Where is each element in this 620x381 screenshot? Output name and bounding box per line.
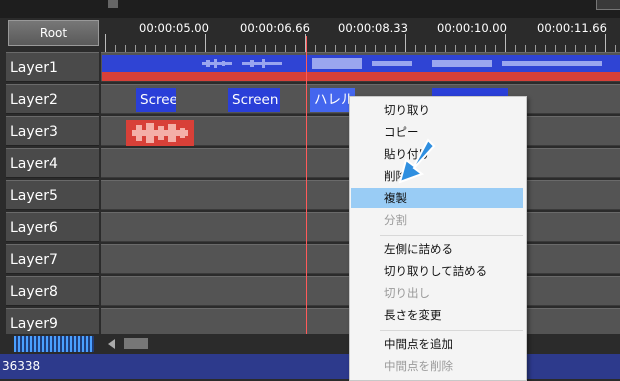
layer-label-1[interactable]: Layer1 — [6, 52, 99, 82]
ruler-tick — [605, 34, 606, 52]
ruler-tick — [245, 45, 246, 52]
ruler-tick — [535, 45, 536, 52]
ruler-tick — [115, 45, 116, 52]
top-strip — [0, 0, 620, 18]
ruler-tick — [365, 45, 366, 52]
scroll-left-icon[interactable] — [108, 339, 115, 349]
layer-label-7[interactable]: Layer7 — [6, 244, 99, 274]
ruler-tick — [265, 45, 266, 52]
waveform-icon — [132, 123, 188, 143]
layer-label-8[interactable]: Layer8 — [6, 276, 99, 306]
ruler-tick — [165, 45, 166, 52]
menu-item-change-length[interactable]: 長さを変更 — [351, 305, 523, 325]
ruler-tick — [335, 45, 336, 52]
layer-label-5[interactable]: Layer5 — [6, 180, 99, 210]
scroll-thumb[interactable] — [124, 338, 148, 349]
context-menu: 切り取り コピー 貼り付け 削除 複製 分割 左側に詰める 切り取りして詰める … — [349, 96, 527, 381]
clip-screen-1[interactable]: Scree — [136, 88, 176, 112]
layer-label-6[interactable]: Layer6 — [6, 212, 99, 242]
ruler-tick — [495, 45, 496, 52]
ruler-tick — [485, 45, 486, 52]
ruler-tick — [205, 34, 206, 52]
ruler-tick — [225, 45, 226, 52]
ruler-tick — [255, 45, 256, 52]
status-bar: 36338 — [0, 354, 620, 379]
ruler-tick — [465, 45, 466, 52]
menu-separator — [380, 235, 523, 236]
menu-item-split[interactable]: 分割 — [351, 210, 523, 230]
ruler-label: 00:00:06.66 — [240, 21, 310, 35]
ruler-tick — [275, 45, 276, 52]
pointer-arrow-icon — [398, 138, 436, 184]
ruler-tick — [595, 45, 596, 52]
ruler-tick — [325, 45, 326, 52]
audio-clip-layer3[interactable] — [126, 120, 194, 146]
menu-item-remove-midpoint[interactable]: 中間点を削除 — [351, 356, 523, 376]
ruler-tick — [285, 45, 286, 52]
ruler-tick — [235, 45, 236, 52]
ruler-tick — [415, 45, 416, 52]
ruler-tick — [585, 45, 586, 52]
ruler-tick — [185, 45, 186, 52]
horizontal-scrollbar[interactable] — [0, 334, 620, 354]
ruler-label: 00:00:11.66 — [537, 21, 607, 35]
menu-item-paste[interactable]: 貼り付け — [351, 144, 523, 164]
menu-item-duplicate[interactable]: 複製 — [351, 188, 523, 208]
menu-item-cut-and-pack[interactable]: 切り取りして詰める — [351, 261, 523, 281]
ruler-tick — [355, 45, 356, 52]
ruler-tick — [135, 45, 136, 52]
menu-item-copy[interactable]: コピー — [351, 122, 523, 142]
ruler-tick — [155, 45, 156, 52]
menu-item-cut[interactable]: 切り取り — [351, 100, 523, 120]
top-right-button[interactable] — [596, 0, 620, 10]
menu-item-trim[interactable]: 切り出し — [351, 283, 523, 303]
ruler-tick — [505, 34, 506, 52]
playhead[interactable] — [306, 36, 307, 336]
audio-clip-layer1[interactable] — [102, 55, 620, 81]
ruler-tick — [385, 45, 386, 52]
ruler-label: 00:00:08.33 — [338, 21, 408, 35]
ruler-tick — [405, 34, 406, 52]
ruler-tick — [425, 45, 426, 52]
root-button[interactable]: Root — [8, 20, 99, 46]
ruler-tick — [445, 45, 446, 52]
ruler-tick — [455, 45, 456, 52]
waveform-icon — [202, 58, 602, 69]
ruler-tick — [375, 45, 376, 52]
ruler-tick — [145, 45, 146, 52]
zoom-level-icon[interactable] — [14, 336, 94, 352]
menu-item-add-midpoint[interactable]: 中間点を追加 — [351, 334, 523, 354]
ruler-label: 00:00:05.00 — [139, 21, 209, 35]
layer-label-3[interactable]: Layer3 — [6, 116, 99, 146]
ruler-label: 00:00:10.00 — [437, 21, 507, 35]
menu-item-pack-left[interactable]: 左側に詰める — [351, 239, 523, 259]
ruler-tick — [125, 45, 126, 52]
ruler-tick — [395, 45, 396, 52]
ruler-tick — [105, 34, 106, 52]
ruler-tick — [215, 45, 216, 52]
ruler-tick — [475, 45, 476, 52]
ruler-tick — [435, 45, 436, 52]
menu-separator — [380, 330, 523, 331]
ruler-tick — [555, 45, 556, 52]
menu-item-delete[interactable]: 削除 — [351, 166, 523, 186]
ruler-tick — [345, 45, 346, 52]
ruler-tick — [515, 45, 516, 52]
ruler-tick — [175, 45, 176, 52]
timeline-ruler[interactable]: 00:00:05.00 00:00:06.66 00:00:08.33 00:0… — [101, 18, 620, 52]
clip-screen-2[interactable]: Screen — [228, 88, 280, 112]
top-scroll-thumb[interactable] — [108, 0, 118, 8]
ruler-tick — [315, 45, 316, 52]
ruler-tick — [295, 45, 296, 52]
ruler-tick — [615, 45, 616, 52]
ruler-tick — [565, 45, 566, 52]
ruler-tick — [575, 45, 576, 52]
layer-label-4[interactable]: Layer4 — [6, 148, 99, 178]
layer-label-2[interactable]: Layer2 — [6, 84, 99, 114]
ruler-tick — [545, 45, 546, 52]
ruler-tick — [195, 45, 196, 52]
ruler-tick — [525, 45, 526, 52]
